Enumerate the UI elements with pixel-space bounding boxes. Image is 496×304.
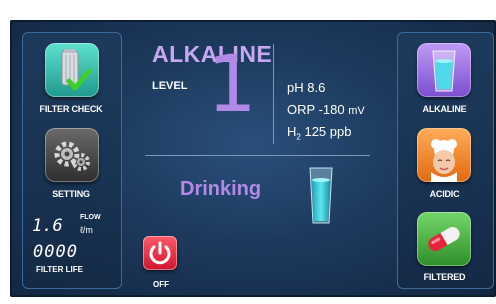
filtered-mode-button[interactable] [417,212,471,266]
power-icon [149,241,171,265]
level-value: 1 [207,40,257,130]
orp-value: -180 [318,102,345,117]
orp-unit: mV [348,105,365,117]
orp-reading: ORP -180 mV [287,102,365,117]
filter-life-value: 0000 [33,242,78,262]
h2-subscript: 2 [296,132,301,142]
ph-reading: pH 8.6 [287,80,325,95]
level-label: LEVEL [152,80,188,92]
h2-label: H [287,124,297,139]
dispense-state: Drinking [180,178,262,200]
acidic-mode-label: ACIDIC [429,189,460,199]
water-glass-icon [309,167,333,224]
filter-check-label: FILTER CHECK [39,104,103,114]
setting-label: SETTING [52,189,90,199]
water-glass-icon [432,50,456,92]
horizontal-divider [145,155,370,156]
filter-life-label: FILTER LIFE [36,265,83,274]
orp-label: ORP [287,102,315,117]
gears-icon [54,141,90,171]
h2-value: 125 [304,124,327,139]
h2-unit: ppb [329,124,352,139]
flow-rate-value: 1.6 [32,216,63,236]
power-off-button[interactable] [143,236,177,270]
ph-label: pH [287,80,304,95]
vertical-divider [273,44,274,144]
capsule-icon [428,227,460,251]
setting-button[interactable] [45,128,99,182]
face-mask-icon [431,139,457,182]
filter-cartridge-check-icon [61,49,92,91]
hydrogen-reading: H2 125 ppb [287,124,352,142]
power-off-label: OFF [153,280,169,289]
alkaline-mode-label: ALKALINE [422,104,467,114]
filter-check-button[interactable] [45,43,99,97]
ph-value: 8.6 [307,80,326,95]
flow-unit: ℓ/m [80,225,93,235]
filtered-mode-label: FILTERED [423,272,466,282]
alkaline-mode-button[interactable] [417,43,471,97]
acidic-mode-button[interactable] [417,128,471,182]
flow-label: FLOW [80,214,101,221]
